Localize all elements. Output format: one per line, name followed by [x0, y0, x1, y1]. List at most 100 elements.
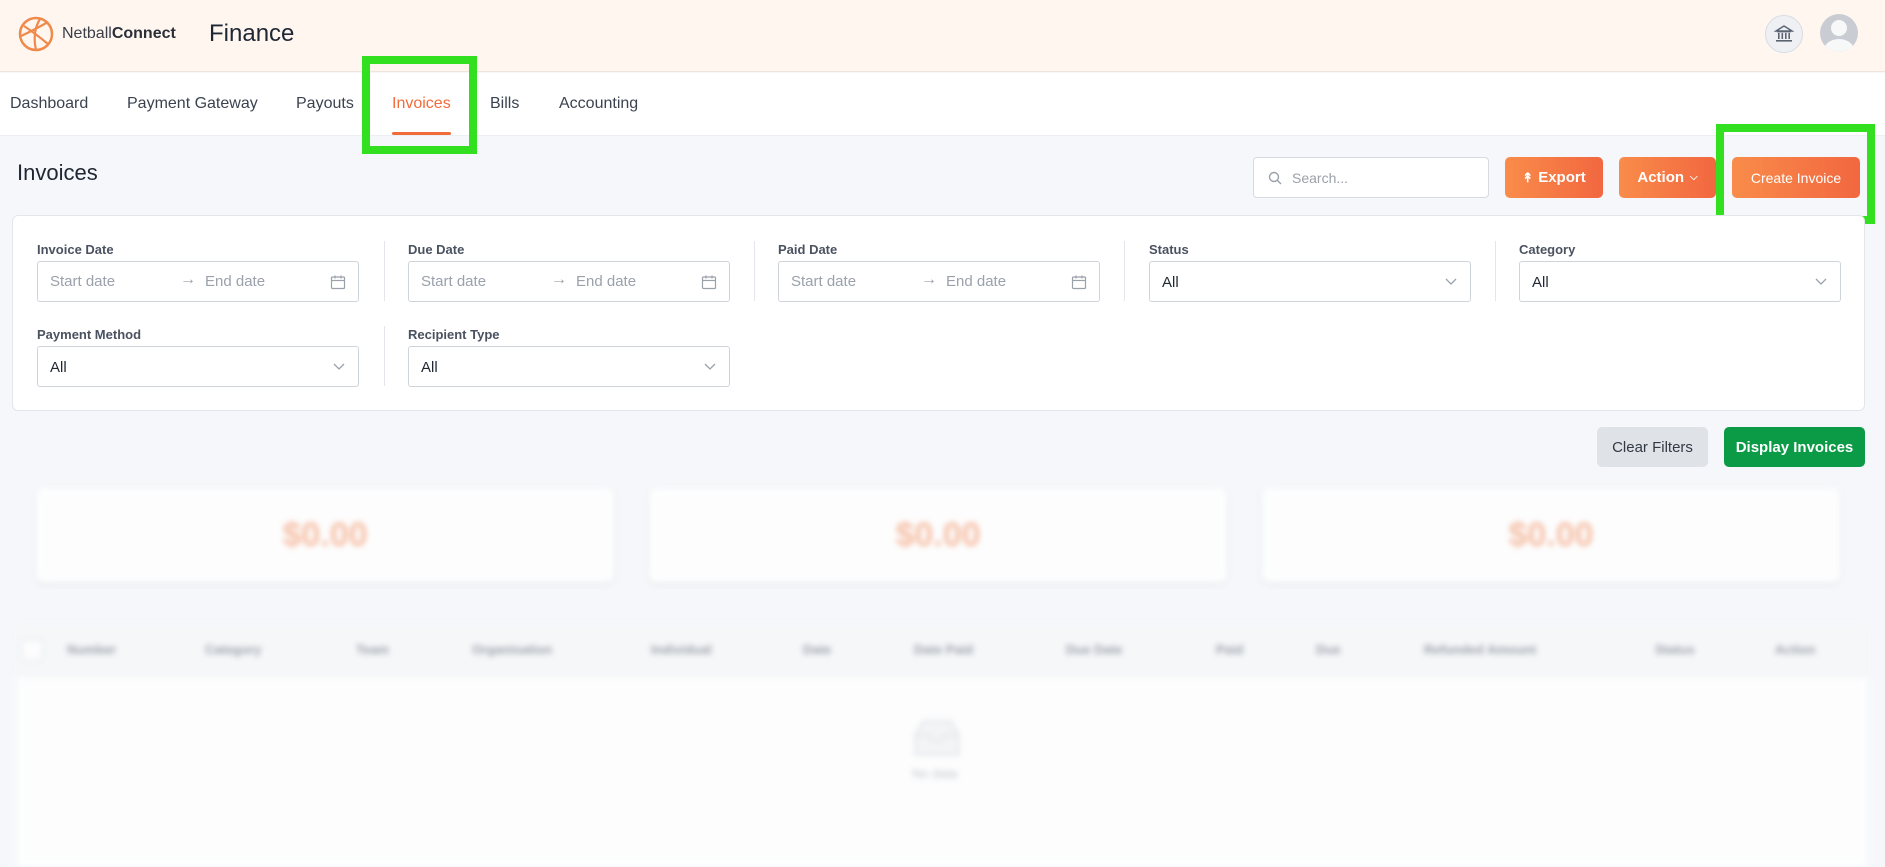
select-value: All	[1162, 274, 1179, 291]
chevron-down-icon	[1815, 278, 1827, 285]
tab-payouts[interactable]: Payouts	[296, 95, 354, 113]
status-select[interactable]: All	[1149, 261, 1471, 302]
filter-label: Invoice Date	[37, 242, 114, 257]
start-date-input[interactable]: Start date	[50, 273, 115, 290]
start-date-input[interactable]: Start date	[421, 273, 486, 290]
table-header: Number Category Team Organisation Indivi…	[17, 622, 1868, 677]
chevron-down-icon	[1445, 278, 1457, 285]
filter-panel: Invoice Date Start date → End date Due D…	[12, 215, 1865, 411]
export-button[interactable]: ↟ Export	[1505, 157, 1603, 198]
end-date-input[interactable]: End date	[205, 273, 265, 290]
divider	[1124, 241, 1125, 301]
filter-due-date: Due Date Start date → End date	[408, 242, 730, 302]
arrow-right-icon: →	[921, 271, 937, 288]
invoices-table: Number Category Team Organisation Indivi…	[17, 622, 1868, 867]
results-area: $0.00 $0.00 $0.00 Number Category Team O…	[0, 480, 1885, 867]
action-label: Action	[1637, 169, 1685, 186]
user-avatar[interactable]	[1820, 14, 1858, 52]
end-date-input[interactable]: End date	[946, 273, 1006, 290]
filter-label: Category	[1519, 242, 1576, 257]
column-header-team[interactable]: Team	[356, 642, 389, 657]
filter-label: Status	[1149, 242, 1189, 257]
double-chevron-up-icon: ↟	[1522, 169, 1534, 185]
logo-text: NetballConnect	[62, 25, 176, 42]
search-input[interactable]	[1292, 169, 1472, 186]
column-header-due[interactable]: Due	[1316, 642, 1341, 657]
netball-logo-icon	[18, 16, 54, 52]
tab-bills[interactable]: Bills	[490, 95, 519, 113]
payment-method-select[interactable]: All	[37, 346, 359, 387]
paid-date-range-picker[interactable]: Start date → End date	[778, 261, 1100, 302]
chevron-down-icon	[704, 363, 716, 370]
search-icon	[1268, 171, 1282, 184]
user-avatar-icon	[1824, 20, 1854, 52]
bank-button[interactable]	[1765, 15, 1803, 53]
highlight-box-invoices-tab	[362, 56, 477, 154]
app-title: Finance	[209, 20, 295, 47]
display-invoices-button[interactable]: Display Invoices	[1724, 427, 1865, 467]
bank-icon	[1774, 25, 1794, 42]
column-header-number[interactable]: Number	[67, 642, 116, 657]
empty-state-text: No data	[912, 766, 958, 781]
column-header-category[interactable]: Category	[205, 642, 261, 657]
filter-invoice-date: Invoice Date Start date → End date	[37, 242, 359, 302]
top-header: NetballConnect Finance	[0, 0, 1885, 72]
summary-amount: $0.00	[1508, 515, 1594, 554]
summary-card: $0.00	[1262, 488, 1840, 582]
summary-card: $0.00	[649, 488, 1227, 582]
column-header-due-date[interactable]: Due Date	[1066, 642, 1122, 657]
tab-accounting[interactable]: Accounting	[559, 95, 638, 113]
tab-payment-gateway[interactable]: Payment Gateway	[127, 95, 258, 113]
arrow-right-icon: →	[551, 271, 567, 288]
filter-status: Status All	[1149, 242, 1471, 302]
column-header-paid[interactable]: Paid	[1216, 642, 1243, 657]
summary-amount: $0.00	[895, 515, 981, 554]
column-header-action: Action	[1775, 642, 1816, 657]
filter-payment-method: Payment Method All	[37, 327, 359, 387]
select-all-checkbox[interactable]	[21, 639, 43, 661]
chevron-down-icon	[333, 363, 345, 370]
chevron-down-icon: ⌵	[1690, 172, 1698, 183]
summary-card: $0.00	[36, 488, 614, 582]
summary-amount: $0.00	[282, 515, 368, 554]
column-header-refunded-amount[interactable]: Refunded Amount	[1424, 642, 1536, 657]
category-select[interactable]: All	[1519, 261, 1841, 302]
filter-label: Paid Date	[778, 242, 838, 257]
logo[interactable]: NetballConnect	[18, 16, 176, 52]
column-header-date[interactable]: Date	[803, 642, 831, 657]
highlight-box-create-invoice	[1716, 124, 1875, 224]
calendar-icon	[330, 275, 346, 290]
select-value: All	[1532, 274, 1549, 291]
calendar-icon	[701, 275, 717, 290]
select-value: All	[50, 359, 67, 376]
divider	[384, 241, 385, 301]
filter-label: Payment Method	[37, 327, 142, 342]
column-header-organisation[interactable]: Organisation	[472, 642, 552, 657]
column-header-status[interactable]: Status	[1655, 642, 1695, 657]
invoice-date-range-picker[interactable]: Start date → End date	[37, 261, 359, 302]
filter-paid-date: Paid Date Start date → End date	[778, 242, 1100, 302]
due-date-range-picker[interactable]: Start date → End date	[408, 261, 730, 302]
end-date-input[interactable]: End date	[576, 273, 636, 290]
divider	[384, 326, 385, 386]
start-date-input[interactable]: Start date	[791, 273, 856, 290]
empty-inbox-icon	[914, 720, 960, 756]
tab-dashboard[interactable]: Dashboard	[10, 95, 88, 113]
filter-recipient-type: Recipient Type All	[408, 327, 730, 387]
action-dropdown-button[interactable]: Action ⌵	[1619, 157, 1716, 198]
filter-category: Category All	[1519, 242, 1841, 302]
clear-filters-button[interactable]: Clear Filters	[1597, 427, 1708, 467]
filter-label: Due Date	[408, 242, 465, 257]
tab-bar: Dashboard Payment Gateway Payouts Invoic…	[0, 73, 1885, 136]
export-label: Export	[1538, 169, 1586, 186]
page-title: Invoices	[17, 160, 98, 185]
calendar-icon	[1071, 275, 1087, 290]
arrow-right-icon: →	[180, 271, 196, 288]
recipient-type-select[interactable]: All	[408, 346, 730, 387]
search-box[interactable]	[1253, 157, 1489, 198]
divider	[754, 241, 755, 301]
column-header-individual[interactable]: Individual	[651, 642, 712, 657]
column-header-date-paid[interactable]: Date Paid	[914, 642, 973, 657]
select-value: All	[421, 359, 438, 376]
filter-label: Recipient Type	[408, 327, 500, 342]
